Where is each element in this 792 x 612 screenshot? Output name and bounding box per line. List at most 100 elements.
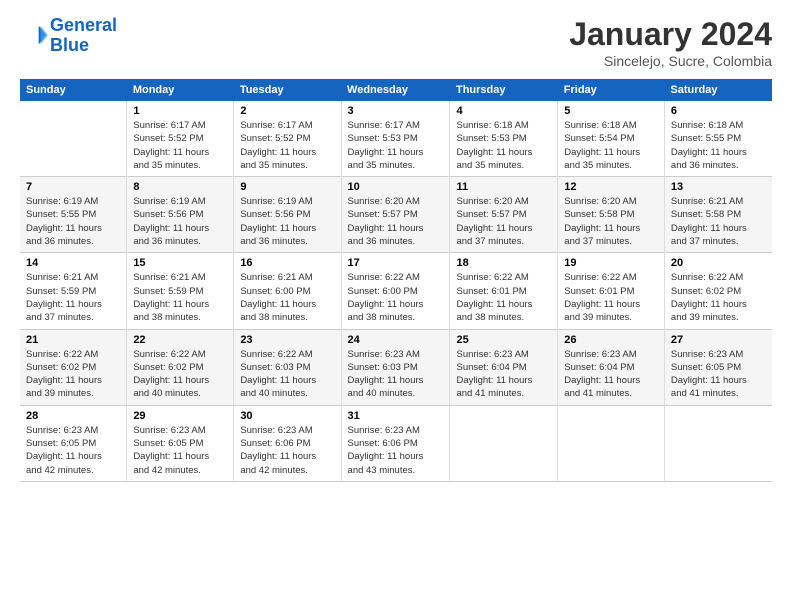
calendar-cell [450,405,558,481]
day-info: Sunrise: 6:21 AM Sunset: 6:00 PM Dayligh… [240,271,334,324]
day-info: Sunrise: 6:23 AM Sunset: 6:04 PM Dayligh… [456,348,551,401]
day-number: 14 [26,257,120,269]
page: General Blue January 2024 Sincelejo, Suc… [0,0,792,612]
calendar-cell: 30 Sunrise: 6:23 AM Sunset: 6:06 PM Dayli… [234,405,341,481]
calendar-cell: 17Sunrise: 6:22 AM Sunset: 6:00 PM Dayli… [341,253,450,329]
col-header-sunday: Sunday [20,79,127,101]
calendar-cell: 21Sunrise: 6:22 AM Sunset: 6:02 PM Dayli… [20,329,127,405]
calendar-cell: 14 Sunrise: 6:21 AM Sunset: 5:59 PM Dayli… [20,253,127,329]
day-number: 10 [348,181,444,193]
week-row-3: 14 Sunrise: 6:21 AM Sunset: 5:59 PM Dayli… [20,253,772,329]
col-header-thursday: Thursday [450,79,558,101]
day-number: 12 [564,181,658,193]
week-row-2: 7 Sunrise: 6:19 AM Sunset: 5:55 PM Daylig… [20,177,772,253]
calendar-cell: 1 Sunrise: 6:17 AM Sunset: 5:52 PM Daylig… [127,101,234,177]
day-info: Sunrise: 6:19 AM Sunset: 5:55 PM Dayligh… [26,195,120,248]
calendar-cell: 27 Sunrise: 6:23 AM Sunset: 6:05 PM Dayli… [664,329,772,405]
col-header-friday: Friday [558,79,665,101]
calendar-cell: 12 Sunrise: 6:20 AM Sunset: 5:58 PM Dayli… [558,177,665,253]
day-info: Sunrise: 6:23 AM Sunset: 6:05 PM Dayligh… [26,424,120,477]
main-title: January 2024 [569,16,772,53]
week-row-5: 28Sunrise: 6:23 AM Sunset: 6:05 PM Dayli… [20,405,772,481]
calendar-cell: 3 Sunrise: 6:17 AM Sunset: 5:53 PM Daylig… [341,101,450,177]
day-number: 26 [564,334,658,346]
calendar-cell: 11 Sunrise: 6:20 AM Sunset: 5:57 PM Dayli… [450,177,558,253]
day-info: Sunrise: 6:22 AM Sunset: 6:00 PM Dayligh… [348,271,444,324]
day-info: Sunrise: 6:22 AM Sunset: 6:01 PM Dayligh… [564,271,658,324]
day-number: 1 [133,105,227,117]
day-number: 27 [671,334,766,346]
col-header-wednesday: Wednesday [341,79,450,101]
day-number: 5 [564,105,658,117]
calendar-cell: 10 Sunrise: 6:20 AM Sunset: 5:57 PM Dayli… [341,177,450,253]
day-number: 6 [671,105,766,117]
day-number: 20 [671,257,766,269]
day-number: 9 [240,181,334,193]
subtitle: Sincelejo, Sucre, Colombia [569,53,772,69]
calendar-cell [664,405,772,481]
day-number: 4 [456,105,551,117]
day-number: 24 [348,334,444,346]
calendar-cell: 15Sunrise: 6:21 AM Sunset: 5:59 PM Dayli… [127,253,234,329]
day-info: Sunrise: 6:21 AM Sunset: 5:59 PM Dayligh… [133,271,227,324]
day-info: Sunrise: 6:23 AM Sunset: 6:04 PM Dayligh… [564,348,658,401]
calendar-cell: 13Sunrise: 6:21 AM Sunset: 5:58 PM Dayli… [664,177,772,253]
day-info: Sunrise: 6:21 AM Sunset: 5:59 PM Dayligh… [26,271,120,324]
day-info: Sunrise: 6:19 AM Sunset: 5:56 PM Dayligh… [133,195,227,248]
calendar-cell: 8 Sunrise: 6:19 AM Sunset: 5:56 PM Daylig… [127,177,234,253]
calendar-cell: 20Sunrise: 6:22 AM Sunset: 6:02 PM Dayli… [664,253,772,329]
week-row-4: 21Sunrise: 6:22 AM Sunset: 6:02 PM Dayli… [20,329,772,405]
day-info: Sunrise: 6:18 AM Sunset: 5:54 PM Dayligh… [564,119,658,172]
day-number: 2 [240,105,334,117]
calendar-cell: 22Sunrise: 6:22 AM Sunset: 6:02 PM Dayli… [127,329,234,405]
header: General Blue January 2024 Sincelejo, Suc… [20,16,772,69]
calendar-cell [20,101,127,177]
calendar-cell [558,405,665,481]
day-number: 29 [133,410,227,422]
day-info: Sunrise: 6:17 AM Sunset: 5:53 PM Dayligh… [348,119,444,172]
day-info: Sunrise: 6:22 AM Sunset: 6:02 PM Dayligh… [26,348,120,401]
calendar-cell: 28Sunrise: 6:23 AM Sunset: 6:05 PM Dayli… [20,405,127,481]
day-info: Sunrise: 6:20 AM Sunset: 5:57 PM Dayligh… [348,195,444,248]
day-number: 25 [456,334,551,346]
calendar-cell: 16Sunrise: 6:21 AM Sunset: 6:00 PM Dayli… [234,253,341,329]
day-number: 30 [240,410,334,422]
day-info: Sunrise: 6:23 AM Sunset: 6:05 PM Dayligh… [671,348,766,401]
logo: General Blue [20,16,117,56]
col-header-tuesday: Tuesday [234,79,341,101]
day-info: Sunrise: 6:23 AM Sunset: 6:05 PM Dayligh… [133,424,227,477]
day-info: Sunrise: 6:18 AM Sunset: 5:53 PM Dayligh… [456,119,551,172]
day-info: Sunrise: 6:22 AM Sunset: 6:03 PM Dayligh… [240,348,334,401]
logo-text: General Blue [50,16,117,56]
calendar-cell: 4 Sunrise: 6:18 AM Sunset: 5:53 PM Daylig… [450,101,558,177]
day-number: 13 [671,181,766,193]
calendar-cell: 23 Sunrise: 6:22 AM Sunset: 6:03 PM Dayli… [234,329,341,405]
calendar-cell: 2 Sunrise: 6:17 AM Sunset: 5:52 PM Daylig… [234,101,341,177]
day-info: Sunrise: 6:23 AM Sunset: 6:06 PM Dayligh… [240,424,334,477]
day-number: 18 [456,257,551,269]
day-number: 3 [348,105,444,117]
day-info: Sunrise: 6:19 AM Sunset: 5:56 PM Dayligh… [240,195,334,248]
day-info: Sunrise: 6:17 AM Sunset: 5:52 PM Dayligh… [240,119,334,172]
day-number: 22 [133,334,227,346]
day-number: 8 [133,181,227,193]
calendar-cell: 31Sunrise: 6:23 AM Sunset: 6:06 PM Dayli… [341,405,450,481]
day-number: 7 [26,181,120,193]
calendar-cell: 7 Sunrise: 6:19 AM Sunset: 5:55 PM Daylig… [20,177,127,253]
col-header-monday: Monday [127,79,234,101]
day-info: Sunrise: 6:17 AM Sunset: 5:52 PM Dayligh… [133,119,227,172]
day-info: Sunrise: 6:20 AM Sunset: 5:58 PM Dayligh… [564,195,658,248]
day-info: Sunrise: 6:22 AM Sunset: 6:01 PM Dayligh… [456,271,551,324]
calendar-cell: 29 Sunrise: 6:23 AM Sunset: 6:05 PM Dayli… [127,405,234,481]
day-number: 11 [456,181,551,193]
calendar-cell: 26 Sunrise: 6:23 AM Sunset: 6:04 PM Dayli… [558,329,665,405]
day-number: 31 [348,410,444,422]
day-info: Sunrise: 6:20 AM Sunset: 5:57 PM Dayligh… [456,195,551,248]
logo-icon [20,22,48,50]
title-block: January 2024 Sincelejo, Sucre, Colombia [569,16,772,69]
calendar-table: SundayMondayTuesdayWednesdayThursdayFrid… [20,79,772,482]
day-number: 19 [564,257,658,269]
calendar-cell: 24Sunrise: 6:23 AM Sunset: 6:03 PM Dayli… [341,329,450,405]
calendar-cell: 9 Sunrise: 6:19 AM Sunset: 5:56 PM Daylig… [234,177,341,253]
day-number: 23 [240,334,334,346]
